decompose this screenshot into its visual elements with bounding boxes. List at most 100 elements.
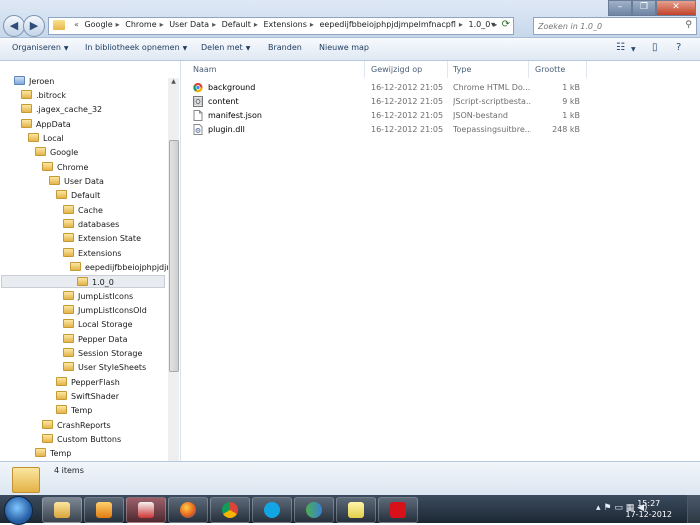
folder-icon bbox=[63, 362, 74, 371]
search-input[interactable] bbox=[534, 18, 682, 34]
file-row[interactable]: manifest.json 16-12-2012 21:05 JSON-best… bbox=[191, 109, 691, 123]
tree-item-folder[interactable]: Local Storage bbox=[63, 318, 133, 331]
taskbar-media-player[interactable] bbox=[84, 497, 124, 523]
tree-item-folder[interactable]: databases bbox=[63, 218, 119, 231]
tree-item-folder[interactable]: Extension State bbox=[63, 232, 141, 245]
taskbar-avira[interactable] bbox=[378, 497, 418, 523]
tree-item-folder[interactable]: Session Storage bbox=[63, 347, 142, 360]
tree-item-folder[interactable]: Temp bbox=[56, 404, 92, 417]
folder-icon bbox=[56, 391, 67, 400]
flag-icon[interactable]: ⚑ bbox=[603, 503, 611, 513]
file-type: Chrome HTML Do... bbox=[453, 83, 531, 92]
folder-icon bbox=[63, 291, 74, 300]
folder-icon bbox=[63, 348, 74, 357]
file-type: JSON-bestand bbox=[453, 111, 508, 120]
tree-item-folder[interactable]: Local bbox=[28, 132, 64, 145]
tree-item-folder[interactable]: Google bbox=[35, 146, 78, 159]
tree-item-folder[interactable]: Default bbox=[56, 189, 100, 202]
tree-item-folder[interactable]: AppData bbox=[21, 118, 71, 131]
chevron-down-icon[interactable]: ▼ bbox=[631, 46, 636, 53]
search-icon[interactable]: ⚲ bbox=[685, 20, 692, 30]
folder-icon bbox=[63, 233, 74, 242]
address-bar[interactable]: « Google ▸ Chrome ▸ User Data ▸ Default ▸ Ex… bbox=[48, 17, 514, 35]
file-size: 1 kB bbox=[562, 83, 580, 92]
display-icon[interactable]: ▭ bbox=[614, 503, 623, 513]
tree-item-label: Google bbox=[50, 148, 79, 157]
show-desktop-button[interactable] bbox=[687, 495, 700, 523]
taskbar-chrome[interactable] bbox=[210, 497, 250, 523]
preview-pane-icon[interactable]: ▯ bbox=[652, 42, 658, 53]
tree-item-folder[interactable]: eepedijfbbeiojphpjdjmp bbox=[70, 261, 179, 274]
tree-item-folder[interactable]: Chrome bbox=[42, 161, 88, 174]
file-row[interactable]: plugin.dll 16-12-2012 21:05 Toepassingsu… bbox=[191, 123, 691, 137]
taskbar-skype[interactable] bbox=[252, 497, 292, 523]
file-row[interactable]: content 16-12-2012 21:05 JScript-scriptb… bbox=[191, 95, 691, 109]
chrome-html-icon bbox=[193, 82, 203, 93]
include-library-button[interactable]: In bibliotheek opnemen ▼ bbox=[85, 43, 187, 52]
maximize-button[interactable]: ❐ bbox=[632, 0, 656, 16]
burn-button[interactable]: Branden bbox=[268, 43, 302, 52]
folder-icon bbox=[35, 147, 46, 156]
tree-item-folder[interactable]: SwiftShader bbox=[56, 390, 119, 403]
share-button[interactable]: Delen met ▼ bbox=[201, 43, 250, 52]
notes-icon bbox=[348, 502, 364, 518]
tree-item-folder[interactable]: Cache bbox=[63, 204, 103, 217]
taskbar-notes[interactable] bbox=[336, 497, 376, 523]
tree-item-folder[interactable]: .jagex_cache_32 bbox=[21, 103, 102, 116]
start-button[interactable] bbox=[4, 496, 33, 525]
scroll-up-icon[interactable]: ▲ bbox=[168, 78, 179, 88]
tree-item-folder[interactable]: Custom Buttons bbox=[42, 433, 121, 446]
close-button[interactable]: ✕ bbox=[656, 0, 696, 16]
help-icon[interactable]: ? bbox=[676, 42, 681, 53]
item-count: 4 items bbox=[54, 466, 84, 475]
tree-item-folder[interactable]: Extensions bbox=[63, 247, 121, 260]
tree-item-folder[interactable]: CrashReports bbox=[42, 419, 111, 432]
breadcrumb-item[interactable]: Google bbox=[84, 20, 112, 29]
taskbar-snipping-tool[interactable] bbox=[126, 497, 166, 523]
organize-button[interactable]: Organiseren ▼ bbox=[12, 43, 69, 52]
chevron-down-icon[interactable]: ▾ bbox=[491, 20, 495, 29]
scroll-thumb[interactable] bbox=[169, 140, 179, 372]
chevron-up-icon[interactable]: ▴ bbox=[596, 503, 601, 513]
tree-item-folder[interactable]: JumpListIconsOld bbox=[63, 304, 147, 317]
file-type: JScript-scriptbesta... bbox=[453, 97, 531, 106]
forward-button[interactable]: ▶ bbox=[23, 15, 45, 37]
tree-item-jeroen[interactable]: Jeroen bbox=[14, 75, 54, 88]
tree-item-label: .bitrock bbox=[36, 91, 67, 100]
tree-item-label: JumpListIcons bbox=[78, 292, 134, 301]
taskbar-messenger[interactable] bbox=[294, 497, 334, 523]
tree-item-label: Temp bbox=[50, 449, 72, 458]
back-button[interactable]: ◀ bbox=[3, 15, 25, 37]
tree-item-label: eepedijfbbeiojphpjdjmp bbox=[85, 263, 180, 272]
breadcrumb-item[interactable]: Default bbox=[222, 20, 251, 29]
clock[interactable]: 15:27 17-12-2012 bbox=[626, 498, 673, 520]
minimize-button[interactable]: – bbox=[608, 0, 632, 16]
breadcrumb-item[interactable]: eepedijfbbeiojphpjdjmpelmfnacpfl bbox=[319, 20, 455, 29]
column-header-size[interactable]: Grootte bbox=[535, 65, 565, 74]
view-options-icon[interactable]: ☷ bbox=[616, 42, 625, 53]
column-header-modified[interactable]: Gewijzigd op bbox=[371, 65, 422, 74]
file-size: 1 kB bbox=[562, 111, 580, 120]
breadcrumb-item[interactable]: Extensions bbox=[263, 20, 306, 29]
tree-item-folder[interactable]: Temp bbox=[35, 447, 71, 460]
taskbar-firefox[interactable] bbox=[168, 497, 208, 523]
column-header-name[interactable]: Naam bbox=[193, 65, 217, 74]
tree-item-folder[interactable]: User StyleSheets bbox=[63, 361, 146, 374]
column-header-type[interactable]: Type bbox=[453, 65, 471, 74]
file-row[interactable]: background 16-12-2012 21:05 Chrome HTML … bbox=[191, 81, 691, 95]
refresh-icon[interactable]: ⟳ bbox=[502, 19, 510, 30]
folder-icon bbox=[21, 104, 32, 113]
breadcrumb-item[interactable]: 1.0_0 bbox=[468, 20, 490, 29]
tree-item-folder[interactable]: User Data bbox=[49, 175, 104, 188]
tree-item-label: .jagex_cache_32 bbox=[36, 105, 103, 114]
breadcrumb-item[interactable]: User Data bbox=[169, 20, 209, 29]
tree-item-selected[interactable]: 1.0_0 bbox=[1, 275, 165, 288]
taskbar-explorer[interactable] bbox=[42, 497, 82, 523]
new-folder-button[interactable]: Nieuwe map bbox=[319, 43, 369, 52]
tree-item-folder[interactable]: PepperFlash bbox=[56, 376, 120, 389]
nav-scrollbar[interactable]: ▲ bbox=[168, 78, 179, 461]
tree-item-folder[interactable]: .bitrock bbox=[21, 89, 66, 102]
tree-item-folder[interactable]: JumpListIcons bbox=[63, 290, 133, 303]
tree-item-folder[interactable]: Pepper Data bbox=[63, 333, 127, 346]
breadcrumb-item[interactable]: Chrome bbox=[125, 20, 156, 29]
